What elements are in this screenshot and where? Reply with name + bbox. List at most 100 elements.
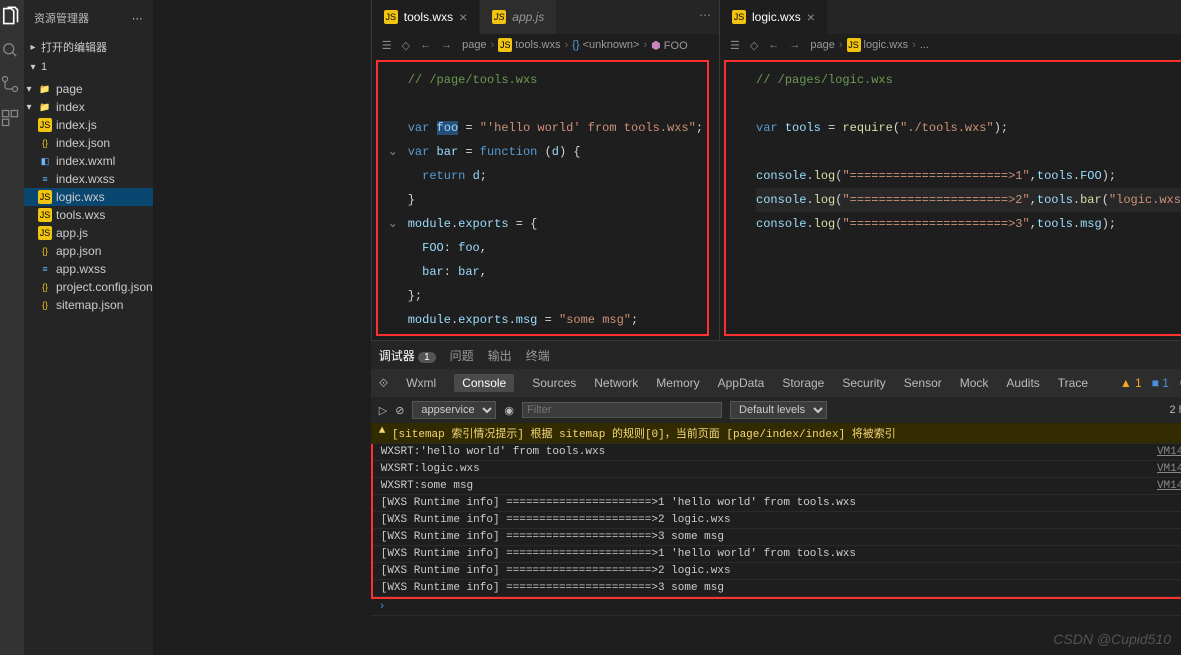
chevron-icon: ▾ (24, 84, 34, 95)
filter-input[interactable] (522, 402, 722, 418)
devtool-tab-appdata[interactable]: AppData (718, 376, 765, 390)
file-app-wxss[interactable]: ≡app.wxss (24, 260, 153, 278)
inspect-icon[interactable]: ⟐ (379, 376, 388, 391)
tab-label: tools.wxs (404, 10, 453, 24)
devtool-tab-storage[interactable]: Storage (782, 376, 824, 390)
devtool-tab-sensor[interactable]: Sensor (904, 376, 942, 390)
tree-item-label: index.wxml (56, 154, 115, 168)
outline-icon[interactable]: ☰ (730, 39, 740, 52)
chevron-right-icon: ▸ (28, 42, 38, 53)
extensions-icon[interactable] (0, 108, 24, 132)
open-editors-section[interactable]: ▸ 打开的编辑器 (24, 36, 153, 58)
tab-app-js[interactable]: JSapp.js (480, 0, 557, 34)
file-project-config-json[interactable]: {}project.config.json (24, 278, 153, 296)
activity-bar (0, 0, 24, 655)
clear-icon[interactable]: ⊘ (395, 404, 404, 417)
panel-tab-debugger[interactable]: 调试器 1 (379, 347, 436, 364)
panel-tab-problems[interactable]: 问题 (450, 347, 474, 364)
devtool-tab-security[interactable]: Security (842, 376, 885, 390)
warning-count[interactable]: ▲ 1 (1120, 376, 1142, 390)
breadcrumb-left[interactable]: page›JStools.wxs›{} <unknown>›⬢ FOO (462, 38, 688, 52)
tree-item-label: index.js (56, 118, 97, 132)
explorer-title: 资源管理器 (34, 10, 89, 26)
file-index-wxss[interactable]: ≡index.wxss (24, 170, 153, 188)
panel-tabs: 调试器 1 问题 输出 终端 ︿ (371, 341, 1181, 369)
file-app-js[interactable]: JSapp.js (24, 224, 153, 242)
file-index-wxml[interactable]: ◧index.wxml (24, 152, 153, 170)
scm-icon[interactable] (0, 74, 24, 98)
breadcrumb-segment[interactable]: ⬢ FOO (651, 39, 688, 52)
tab-overflow-icon[interactable]: ⋯ (691, 0, 719, 34)
devtool-tab-audits[interactable]: Audits (1006, 376, 1039, 390)
breadcrumb-segment[interactable]: {} <unknown> (572, 39, 639, 51)
breadcrumb-segment[interactable]: ... (920, 39, 929, 51)
outline-icon[interactable]: ☰ (382, 39, 392, 52)
devtool-tab-mock[interactable]: Mock (960, 376, 989, 390)
file-tree: ▾📁page▾📁indexJSindex.js{}index.json◧inde… (24, 76, 153, 314)
breadcrumb-segment[interactable]: JSlogic.wxs (847, 38, 909, 52)
close-icon[interactable]: × (807, 9, 815, 25)
close-icon[interactable]: × (459, 9, 467, 25)
console-log-row: [WXS Runtime info] =====================… (373, 546, 1181, 563)
forward-icon[interactable]: → (441, 39, 452, 51)
play-icon[interactable]: ▷ (379, 404, 387, 417)
devtool-tab-memory[interactable]: Memory (656, 376, 699, 390)
back-icon[interactable]: ← (768, 39, 779, 51)
panel-tab-output[interactable]: 输出 (488, 347, 512, 364)
breadcrumb-segment[interactable]: JStools.wxs (498, 38, 560, 52)
breadcrumb-right[interactable]: page›JSlogic.wxs›... (810, 38, 929, 52)
source-link[interactable]: VM144:96 (1157, 463, 1181, 475)
forward-icon[interactable]: → (789, 39, 800, 51)
root-section[interactable]: ▾ 1 (24, 58, 153, 76)
devtool-tab-network[interactable]: Network (594, 376, 638, 390)
file-app-json[interactable]: {}app.json (24, 242, 153, 260)
levels-select[interactable]: Default levels (730, 401, 827, 419)
context-select[interactable]: appservice (412, 401, 496, 419)
source-link[interactable]: VM144:96 (1157, 480, 1181, 492)
source-link[interactable]: VM144:96 (1157, 446, 1181, 458)
tab-logic-wxs[interactable]: JSlogic.wxs× (720, 0, 828, 34)
console-output[interactable]: ▲ [sitemap 索引情况提示] 根据 sitemap 的规则[0]，当前页… (371, 423, 1181, 655)
file-index-js[interactable]: JSindex.js (24, 116, 153, 134)
code-editor-left[interactable]: // /page/tools.wxs var foo = "'hello wor… (376, 60, 709, 336)
search-icon[interactable] (0, 40, 24, 64)
file-sitemap-json[interactable]: {}sitemap.json (24, 296, 153, 314)
editor-toolbar-right: ☰ ◇ ← → page›JSlogic.wxs›... (720, 34, 1181, 56)
editor-toolbar-left: ☰ ◇ ← → page›JStools.wxs›{} <unknown>›⬢ … (372, 34, 719, 56)
tab-tools-wxs[interactable]: JS tools.wxs × (372, 0, 481, 34)
json-icon: {} (38, 244, 52, 258)
devtool-tab-sources[interactable]: Sources (532, 376, 576, 390)
editor-pane-right: JSlogic.wxs×◫ ☰ ◇ ← → page›JSlogic.wxs›.… (719, 0, 1181, 340)
file-logic-wxs[interactable]: JSlogic.wxs (24, 188, 153, 206)
files-icon[interactable] (0, 6, 24, 30)
warning-icon: ▲ (379, 425, 392, 437)
console-prompt[interactable]: › (371, 599, 1181, 616)
tab-label: app.js (512, 10, 544, 24)
tree-item-label: app.js (56, 226, 88, 240)
bookmark-icon[interactable]: ◇ (750, 39, 758, 52)
devtool-tab-trace[interactable]: Trace (1058, 376, 1088, 390)
devtool-tab-wxml[interactable]: Wxml (406, 376, 436, 390)
folder-page[interactable]: ▾📁page (24, 80, 153, 98)
eye-icon[interactable]: ◉ (504, 404, 514, 417)
json-icon: {} (38, 298, 52, 312)
breadcrumb-segment[interactable]: page (462, 39, 486, 51)
js-icon: JS (384, 10, 398, 24)
bookmark-icon[interactable]: ◇ (402, 39, 410, 52)
js-icon: JS (732, 10, 746, 24)
more-icon[interactable]: ⋯ (132, 12, 143, 25)
hidden-count: 2 hidden (1170, 404, 1181, 416)
breadcrumb-segment[interactable]: page (810, 39, 834, 51)
file-tools-wxs[interactable]: JStools.wxs (24, 206, 153, 224)
devtool-tab-console[interactable]: Console (454, 374, 514, 392)
console-log-row: WXSRT:'hello world' from tools.wxsVM144:… (373, 444, 1181, 461)
back-icon[interactable]: ← (420, 39, 431, 51)
chevron-down-icon: ▾ (28, 62, 38, 73)
folder-index[interactable]: ▾📁index (24, 98, 153, 116)
info-count[interactable]: ■ 1 (1152, 376, 1169, 390)
file-index-json[interactable]: {}index.json (24, 134, 153, 152)
panel-tab-terminal[interactable]: 终端 (526, 347, 550, 364)
json-icon: {} (38, 280, 52, 294)
code-editor-right[interactable]: // /pages/logic.wxs var tools = require(… (724, 60, 1181, 336)
console-log-row: [WXS Runtime info] =====================… (373, 580, 1181, 597)
